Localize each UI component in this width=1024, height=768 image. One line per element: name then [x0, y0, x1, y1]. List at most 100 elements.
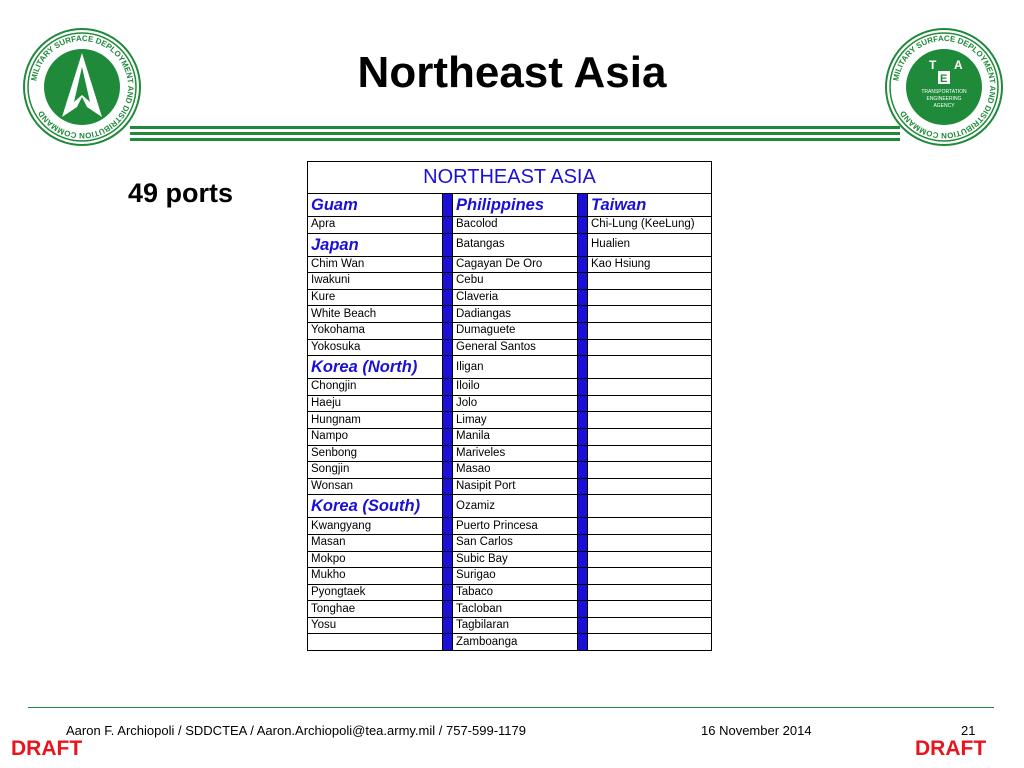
table-row: Apra Bacolod Chi-Lung (KeeLung) — [307, 216, 712, 234]
port-cell — [587, 494, 712, 519]
table-row: Yokosuka General Santos — [307, 338, 712, 357]
table-row: Haeju Jolo — [307, 394, 712, 413]
column-separator — [442, 427, 453, 446]
column-separator — [442, 394, 453, 413]
port-cell — [587, 616, 712, 635]
header-rule-top — [130, 126, 900, 129]
column-separator — [442, 444, 453, 463]
column-separator — [577, 533, 588, 552]
column-separator — [577, 288, 588, 307]
column-separator — [442, 255, 453, 274]
column-separator — [442, 616, 453, 635]
port-cell — [587, 321, 712, 340]
table-row: Mukho Surigao — [307, 567, 712, 585]
column-separator — [577, 567, 588, 585]
port-cell: Claveria — [452, 288, 578, 307]
port-cell: Yokohama — [307, 321, 443, 340]
column-separator — [442, 411, 453, 429]
column-separator — [442, 550, 453, 569]
ports-table: NORTHEAST ASIA Guam Philippines Taiwan Apra… — [307, 161, 712, 652]
port-cell — [587, 394, 712, 413]
column-separator — [577, 321, 588, 340]
column-separator — [442, 378, 453, 396]
footer-page-number: 21 — [961, 723, 976, 738]
column-separator — [442, 461, 453, 479]
table-row: Senbong Mariveles — [307, 444, 712, 463]
column-separator — [442, 583, 453, 602]
column-separator — [442, 517, 453, 535]
port-cell: Masan — [307, 533, 443, 552]
table-row: Nampo Manila — [307, 427, 712, 446]
port-cell: Subic Bay — [452, 550, 578, 569]
ports-table-body: NORTHEAST ASIA Guam Philippines Taiwan Apra… — [307, 161, 712, 652]
port-cell: Tagbilaran — [452, 616, 578, 635]
port-cell — [307, 633, 443, 652]
port-cell: Tacloban — [452, 600, 578, 618]
column-separator — [577, 427, 588, 446]
port-cell: Chongjin — [307, 378, 443, 396]
table-row: Chongjin Iloilo — [307, 378, 712, 396]
port-cell — [587, 517, 712, 535]
port-cell: Nasipit Port — [452, 477, 578, 496]
port-cell — [587, 427, 712, 446]
table-row: Chim Wan Cagayan De Oro Kao Hsiung — [307, 255, 712, 274]
table-row: Japan Batangas Hualien — [307, 232, 712, 257]
port-cell: Chi-Lung (KeeLung) — [587, 216, 712, 234]
column-separator — [577, 378, 588, 396]
port-cell: Batangas — [452, 232, 578, 257]
port-cell: Songjin — [307, 461, 443, 479]
port-cell — [587, 355, 712, 380]
footer-author: Aaron F. Archiopoli / SDDCTEA / Aaron.Ar… — [66, 723, 526, 738]
draft-label-left: DRAFT — [11, 737, 83, 760]
port-cell: Dadiangas — [452, 305, 578, 323]
column-separator — [577, 232, 588, 257]
port-cell: Pyongtaek — [307, 583, 443, 602]
port-cell: Hungnam — [307, 411, 443, 429]
port-cell: Tonghae — [307, 600, 443, 618]
port-cell — [587, 633, 712, 652]
table-row: Mokpo Subic Bay — [307, 550, 712, 569]
section-heading-cell: Korea (South) — [307, 494, 443, 519]
column-separator — [442, 232, 453, 257]
port-cell: Haeju — [307, 394, 443, 413]
draft-label-right: DRAFT — [915, 737, 987, 760]
port-cell: Chim Wan — [307, 255, 443, 274]
port-cell — [587, 567, 712, 585]
column-separator — [577, 305, 588, 323]
footer-rule — [28, 707, 994, 708]
table-row: Guam Philippines Taiwan — [307, 193, 712, 217]
port-cell: Cagayan De Oro — [452, 255, 578, 274]
port-cell — [587, 272, 712, 290]
table-row: Korea (South) Ozamiz — [307, 494, 712, 519]
column-separator — [577, 338, 588, 357]
table-row: Kwangyang Puerto Princesa — [307, 517, 712, 535]
column-separator — [577, 193, 588, 217]
port-cell — [587, 461, 712, 479]
column-separator — [442, 600, 453, 618]
port-cell: Mukho — [307, 567, 443, 585]
header-rule-bottom — [130, 138, 900, 141]
column-separator — [577, 616, 588, 635]
column-separator — [442, 477, 453, 496]
footer-date: 16 November 2014 — [701, 723, 812, 738]
column-separator — [442, 494, 453, 519]
column-separator — [442, 355, 453, 380]
port-cell — [587, 338, 712, 357]
table-row: Wonsan Nasipit Port — [307, 477, 712, 496]
table-header: NORTHEAST ASIA — [307, 161, 712, 194]
column-separator — [442, 338, 453, 357]
column-separator — [442, 567, 453, 585]
column-separator — [577, 600, 588, 618]
section-heading-cell: Guam — [307, 193, 443, 217]
column-separator — [442, 193, 453, 217]
column-separator — [442, 288, 453, 307]
section-heading-cell: Taiwan — [587, 193, 712, 217]
table-row: Kure Claveria — [307, 288, 712, 307]
slide-title: Northeast Asia — [357, 48, 667, 97]
column-separator — [577, 444, 588, 463]
column-separator — [442, 305, 453, 323]
column-separator — [577, 550, 588, 569]
table-header-row: NORTHEAST ASIA — [307, 161, 712, 194]
column-separator — [577, 216, 588, 234]
port-cell: Jolo — [452, 394, 578, 413]
